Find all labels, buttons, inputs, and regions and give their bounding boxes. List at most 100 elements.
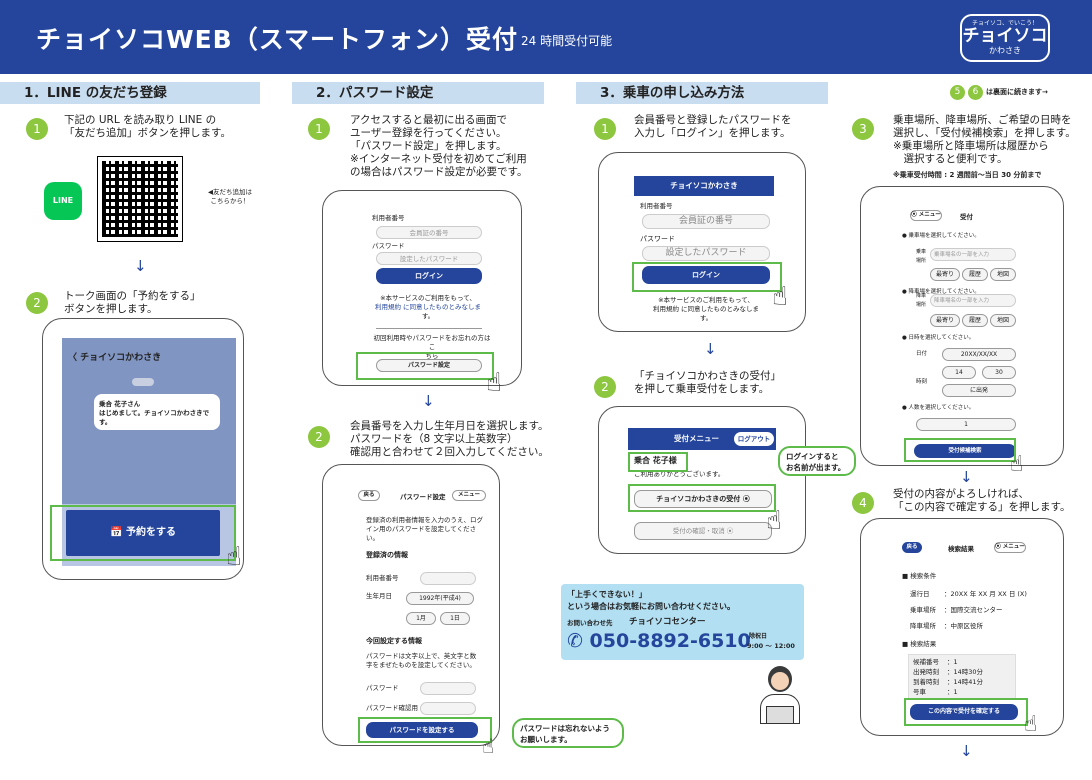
app-header: チョイソコかわさき: [634, 176, 774, 196]
highlight-box: [632, 262, 782, 292]
step-number: 5: [950, 85, 965, 100]
result-card: 候補番号 ：1 出発時刻 ：14時30分 到着時刻 ：14時41分 号車 ：1: [908, 654, 1016, 700]
reception-form-screen: ⦿ メニュー 受付 ● 乗車場を選択してください。 乗車場所 乗車場名の一部を入…: [880, 202, 1040, 462]
page-header: チョイソコWEB（スマートフォン）受付 24 時間受付可能 チョイソコ、でいこう…: [0, 0, 1092, 74]
down-arrow-icon: ↓: [960, 742, 973, 760]
confirm-cancel-button[interactable]: 受付の確認・取消 ⦿: [634, 522, 772, 540]
new-password-field[interactable]: [420, 682, 476, 695]
departure-select[interactable]: に出発: [942, 384, 1016, 397]
friend-add-note: ◀友だち追加は こちらから！: [208, 188, 252, 205]
contact-box: 「上手くできない！」 という場合はお気軽にお問い合わせください。 お問い合わせ先…: [561, 584, 804, 660]
brand-logo: チョイソコ、でいこう！ チョイソコ かわさき: [960, 14, 1050, 62]
sec3-step2-text: 「チョイソコかわさきの受付」 を押して乗車受付をします。: [634, 370, 781, 395]
highlight-box: [356, 352, 494, 380]
people-select[interactable]: 1: [916, 418, 1016, 431]
page-subtitle: 24 時間受付可能: [521, 34, 613, 48]
step-number: 1: [308, 118, 330, 140]
pointing-hand-icon: ☝: [772, 282, 788, 312]
step-number: 4: [852, 492, 874, 514]
step-number: 1: [594, 118, 616, 140]
birth-day-select[interactable]: 1日: [440, 612, 470, 625]
date-select[interactable]: 20XX/XX/XX: [942, 348, 1016, 361]
map-button[interactable]: 地図: [990, 314, 1016, 327]
down-arrow-icon: ↓: [960, 468, 973, 486]
history-button[interactable]: 履歴: [962, 314, 988, 327]
operator-illustration: [756, 664, 804, 734]
nearest-button[interactable]: 最寄り: [930, 314, 960, 327]
pointing-hand-icon: ☝: [766, 506, 782, 536]
highlight-box: [904, 438, 1016, 462]
terms-notice: ※本サービスのご利用をもって、 利用規約 に同意したものとみなしま す。: [652, 296, 760, 322]
password-reminder-callout: パスワードは忘れないよう お願いします。: [512, 718, 624, 748]
step-number: 2: [308, 426, 330, 448]
password-form-screen: 戻る パスワード設定 メニュー 登録済の利用者情報を入力のうえ、ログ イン用のパス…: [340, 476, 490, 742]
nearest-button[interactable]: 最寄り: [930, 268, 960, 281]
pointing-hand-icon: ☝: [482, 734, 495, 758]
password-input[interactable]: 設定したパスワード: [642, 246, 770, 261]
history-button[interactable]: 履歴: [962, 268, 988, 281]
phone-number[interactable]: ✆ 050-8892-6510: [567, 630, 751, 652]
highlight-box: [904, 698, 1028, 726]
line-app-icon: LINE: [44, 182, 82, 220]
chat-message-bubble: 乗合 花子さん はじめまして。チョイソコかわさきです。: [94, 394, 220, 430]
sec2-step2-text: 会員番号を入力し生年月日を選択します。 パスワードを（8 文字以上英数字） 確認用と…: [350, 420, 549, 458]
section-3-heading: 3．乗車の申し込み方法: [576, 82, 828, 104]
highlight-box: [358, 717, 492, 743]
step-number: 2: [26, 292, 48, 314]
step-number: 2: [594, 376, 616, 398]
login-screen: チョイソコかわさき 利用者番号 会員証の番号 パスワード 設定したパスワード ロ…: [634, 176, 774, 326]
drop-place-input[interactable]: 降車場名の一部を入力: [930, 294, 1016, 307]
step-number: 1: [26, 118, 48, 140]
down-arrow-icon: ↓: [134, 257, 147, 275]
chat-header: 〈 チョイソコかわさき: [68, 353, 162, 363]
section-1-heading: 1．LINE の友だち登録: [0, 82, 260, 104]
back-button[interactable]: 戻る: [902, 542, 922, 553]
map-button[interactable]: 地図: [990, 268, 1016, 281]
qr-code-image[interactable]: [97, 156, 183, 242]
back-button[interactable]: 戻る: [358, 490, 380, 501]
highlight-box: [50, 505, 236, 561]
divider: [376, 328, 482, 329]
step-number: 6: [968, 85, 983, 100]
member-number-input[interactable]: 会員証の番号: [642, 214, 770, 229]
pointing-hand-icon: ☝: [486, 368, 502, 398]
highlight-box: [628, 484, 776, 512]
down-arrow-icon: ↓: [422, 392, 435, 410]
birth-month-select[interactable]: 1月: [406, 612, 436, 625]
minute-select[interactable]: 30: [982, 366, 1016, 379]
menu-button[interactable]: メニュー: [452, 490, 486, 501]
pointing-hand-icon: ☝: [1010, 452, 1024, 477]
down-arrow-icon: ↓: [704, 340, 717, 358]
highlight-box: [628, 452, 688, 472]
form-header: 戻る パスワード設定 メニュー: [358, 490, 486, 504]
sec2-step1-text: アクセスすると最初に出る画面で ユーザー登録を行ってください。 「パスワード設定」を…: [350, 114, 528, 178]
section-2-heading: 2．パスワード設定: [292, 82, 544, 104]
menu-button[interactable]: ⦿ メニュー: [910, 210, 942, 221]
sec3-step3-text: 乗車場所、降車場所、ご希望の日時を 選択し、「受付候補検索」を押します。 ※乗車場所…: [893, 114, 1076, 165]
menu-header: 受付メニュー ログアウト: [628, 428, 776, 450]
sec1-step2-text: トーク画面の「予約をする」 ボタンを押します。: [64, 290, 201, 315]
sec1-step1-text: 下記の URL を読み取り LINE の「友だち追加」ボタンを押します。: [64, 114, 231, 139]
login-button[interactable]: ログイン: [376, 268, 482, 284]
terms-notice: ※本サービスのご利用をもって、 利用規約 に同意したものとみなしま す。: [374, 294, 482, 320]
sec3-step1-text: 会員番号と登録したパスワードを 入力し「ログイン」を押します。: [634, 114, 792, 139]
password-input[interactable]: 設定したパスワード: [376, 252, 482, 265]
hour-select[interactable]: 14: [942, 366, 976, 379]
continue-note: は裏面に続きます→: [986, 88, 1048, 96]
pointing-hand-icon: ☝: [226, 542, 242, 572]
sec3-step4-text: 受付の内容がよろしければ、 「この内容で確定する」を押します。: [893, 488, 1071, 513]
phone-icon: ✆: [567, 630, 590, 652]
intro-text: 登録済の利用者情報を入力のうえ、ログ イン用のパスワードを設定してくださ い。: [366, 516, 483, 542]
page-title: チョイソコWEB（スマートフォン）受付: [36, 25, 518, 54]
menu-button[interactable]: ⦿ メニュー: [994, 542, 1026, 553]
birth-year-select[interactable]: 1992年(平成4): [406, 592, 474, 605]
logout-button[interactable]: ログアウト: [734, 432, 774, 446]
step-number: 3: [852, 118, 874, 140]
ride-place-input[interactable]: 乗車場名の一部を入力: [930, 248, 1016, 261]
member-number-field[interactable]: [420, 572, 476, 585]
password-rule-text: パスワードは文字以上で、英文字と数 字をまぜたものを設定してください。: [366, 652, 477, 669]
confirm-password-field[interactable]: [420, 702, 476, 715]
date-pill: [132, 378, 154, 386]
member-number-input[interactable]: 会員証の番号: [376, 226, 482, 239]
pointing-hand-icon: ☝: [1024, 712, 1038, 737]
